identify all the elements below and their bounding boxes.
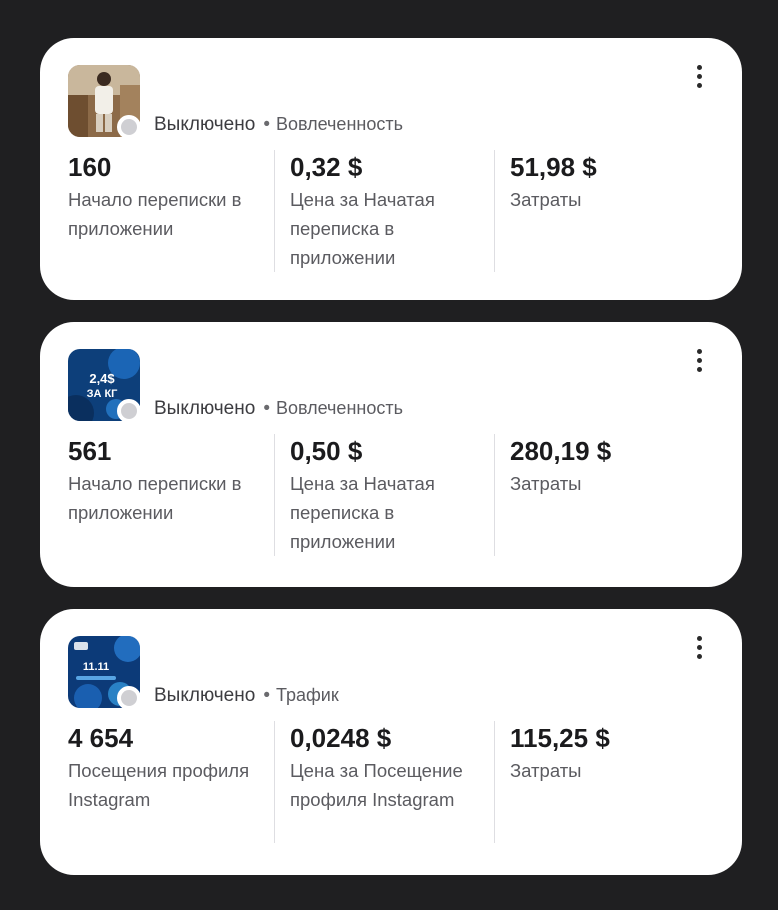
metric-spend: 51,98 $ Затраты xyxy=(494,150,714,272)
campaign-meta: Выключено • Трафик xyxy=(154,685,339,706)
metric-results: 4 654 Посещения профиля Instagram xyxy=(68,721,274,843)
metric-results: 160 Начало переписки в приложении xyxy=(68,150,274,272)
metrics-row: 561 Начало переписки в приложении 0,50 $… xyxy=(68,434,728,556)
status-dot-icon xyxy=(117,115,141,139)
more-vertical-icon[interactable] xyxy=(694,636,704,662)
metric-value: 115,25 $ xyxy=(510,723,610,753)
metric-label: Цена за Начатая переписка в приложении xyxy=(290,189,435,268)
metric-value: 561 xyxy=(68,436,112,466)
metric-spend: 115,25 $ Затраты xyxy=(494,721,714,843)
metric-label: Цена за Начатая переписка в приложении xyxy=(290,473,435,552)
metric-cost-per-result: 0,0248 $ Цена за Посещение профиля Insta… xyxy=(274,721,494,843)
metric-value: 51,98 $ xyxy=(510,152,597,182)
status-dot-icon xyxy=(117,399,141,423)
status-label: Выключено xyxy=(154,114,256,135)
campaign-meta: Выключено • Вовлеченность xyxy=(154,398,403,419)
metric-label: Посещения профиля Instagram xyxy=(68,760,250,810)
thumbnail-text: 11.11 xyxy=(83,661,109,673)
metric-value: 160 xyxy=(68,152,112,182)
campaign-meta: Выключено • Вовлеченность xyxy=(154,114,403,135)
metric-value: 280,19 $ xyxy=(510,436,612,466)
campaign-card[interactable]: Выключено • Вовлеченность 160 Начало переп… xyxy=(40,38,742,300)
metric-label: Затраты xyxy=(510,760,582,781)
more-vertical-icon[interactable] xyxy=(694,65,704,91)
metric-spend: 280,19 $ Затраты xyxy=(494,434,714,556)
metric-label: Затраты xyxy=(510,473,582,494)
campaign-card[interactable]: 2,4$ ЗА КГ Выключено • Вовлеченность 561 Н… xyxy=(40,322,742,587)
metric-label: Начало переписки в приложении xyxy=(68,473,242,523)
metric-value: 0,50 $ xyxy=(290,436,363,466)
status-label: Выключено xyxy=(154,685,256,706)
more-vertical-icon[interactable] xyxy=(694,349,704,375)
metrics-row: 160 Начало переписки в приложении 0,32 $… xyxy=(68,150,728,272)
metric-label: Затраты xyxy=(510,189,582,210)
metric-value: 4 654 xyxy=(68,723,134,753)
metric-results: 561 Начало переписки в приложении xyxy=(68,434,274,556)
status-label: Выключено xyxy=(154,398,256,419)
metric-value: 0,32 $ xyxy=(290,152,363,182)
metric-cost-per-result: 0,32 $ Цена за Начатая переписка в прило… xyxy=(274,150,494,272)
metrics-row: 4 654 Посещения профиля Instagram 0,0248… xyxy=(68,721,728,843)
metric-label: Начало переписки в приложении xyxy=(68,189,242,239)
metric-label: Цена за Посещение профиля Instagram xyxy=(290,760,463,810)
objective-label: Трафик xyxy=(275,685,339,705)
campaign-card[interactable]: 11.11 Выключено • Трафик 4 654 Посещения п… xyxy=(40,609,742,875)
thumbnail-text: 2,4$ xyxy=(89,371,115,386)
metric-cost-per-result: 0,50 $ Цена за Начатая переписка в прило… xyxy=(274,434,494,556)
thumbnail-text: ЗА КГ xyxy=(87,388,119,400)
status-dot-icon xyxy=(117,686,141,710)
metric-value: 0,0248 $ xyxy=(290,723,392,753)
objective-label: Вовлеченность xyxy=(275,398,403,418)
objective-label: Вовлеченность xyxy=(275,114,403,134)
